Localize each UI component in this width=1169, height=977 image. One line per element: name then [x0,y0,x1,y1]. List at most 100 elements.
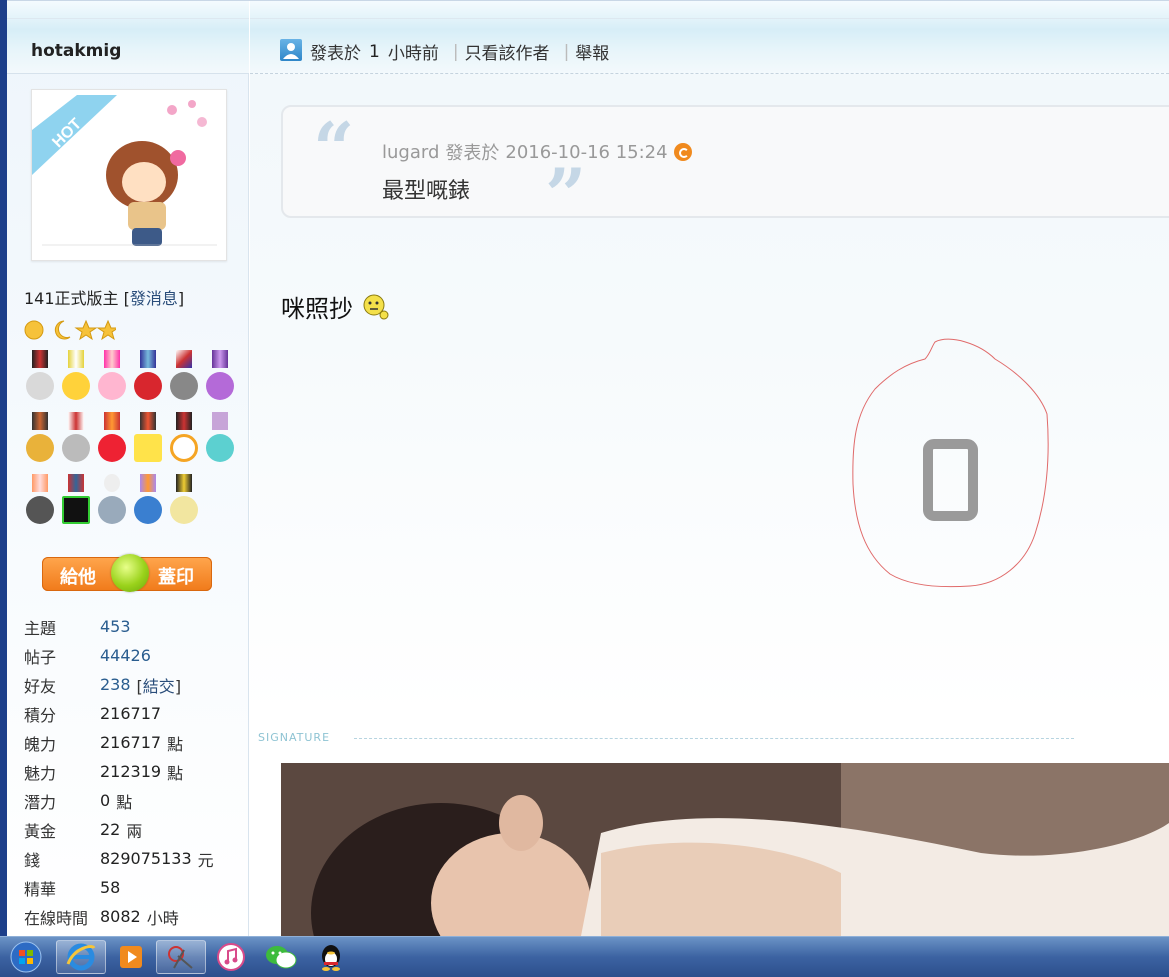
stat-label: 精華 [24,879,57,899]
add-friend-link[interactable]: 結交 [143,677,175,696]
give-stamp-right-label: 蓋印 [158,567,194,588]
stat-suffix: 點 [116,792,133,812]
medal-icon[interactable] [24,350,56,406]
stat-value-friends[interactable]: 238 [100,675,131,694]
taskbar-internet-explorer[interactable] [56,940,106,974]
stat-value-topics[interactable]: 453 [100,617,131,636]
user-rank: 141正式版主 [發消息] [24,289,185,308]
username[interactable]: hotakmig [31,41,121,61]
medal-icon[interactable] [168,350,200,406]
taskbar-itunes[interactable] [206,940,256,974]
user-stats: 主題 453 帖子 44426 好友 238 [結交] 積分 216717 魄力… [24,612,244,931]
stat-value-online-time: 8082 [100,907,141,926]
stat-row-potential: 潛力 0 點 [24,786,244,815]
medal-icon[interactable] [96,350,128,406]
signature-divider [354,738,1074,739]
stat-value-potential: 0 [100,791,111,810]
quote-datetime: 2016-10-16 15:24 [505,141,668,163]
taskbar-snipping-tool[interactable] [156,940,206,974]
taskbar-media-player[interactable] [106,940,156,974]
stat-value-power: 216717 [100,733,162,752]
give-stamp-left-label: 給他 [60,567,96,588]
stat-row-money: 錢 829075133 元 [24,844,244,873]
post-message: 咪照抄 [281,289,389,324]
stat-suffix: 兩 [126,821,143,841]
stat-value-charm: 212319 [100,762,162,781]
medal-icon[interactable] [168,474,200,530]
stat-row-charm: 魅力 212319 點 [24,757,244,786]
itunes-icon [217,943,245,971]
stat-label: 潛力 [24,792,57,812]
medal-icon[interactable] [60,412,92,468]
posted-suffix: 小時前 [387,44,439,64]
post-header: 發表於 1 小時前 | 只看該作者 | 舉報 [250,1,1169,74]
close-quote-icon: ” [545,152,587,237]
medal-icon[interactable] [204,350,236,406]
only-author-link[interactable]: 只看該作者 [465,39,550,64]
stat-row-posts: 帖子 44426 [24,641,244,670]
stat-suffix: 點 [167,763,184,783]
stat-row-digest: 精華 58 [24,873,244,902]
medal-icon[interactable] [96,412,128,468]
post-text: 咪照抄 [281,295,353,323]
quote-author: lugard [382,141,440,163]
quote-block: “ ” lugard 發表於 2016-10-16 15:24 最型嘅錶 [281,105,1169,231]
avatar[interactable]: HOT [31,89,227,261]
stat-label: 錢 [24,850,41,870]
post-meta: 發表於 1 小時前 | 只看該作者 | 舉報 [310,39,609,65]
quote-posted-label: 發表於 [445,143,500,164]
taskbar-wechat[interactable] [256,940,306,974]
stat-row-online-time: 在線時間 8082 小時 [24,902,244,931]
medal-icon[interactable] [96,474,128,530]
stat-suffix: 小時 [146,908,179,928]
posted-number: 1 [369,41,380,62]
stat-label: 在線時間 [24,908,89,928]
stat-value-posts[interactable]: 44426 [100,646,151,665]
start-button[interactable] [2,940,50,974]
stat-label: 積分 [24,705,57,725]
taskbar-qq[interactable] [306,940,356,974]
sidebar-header: hotakmig [7,1,249,74]
stat-label: 主題 [24,618,57,638]
level-stars [24,319,116,341]
windows-logo-icon [10,941,42,973]
snipping-tool-icon [168,946,193,969]
qq-penguin-icon [322,945,340,971]
stat-value-gold: 22 [100,820,121,839]
medal-icon[interactable] [204,412,236,468]
medal-icon[interactable] [132,474,164,530]
stat-label: 魅力 [24,763,57,783]
medal-icon[interactable] [24,474,56,530]
stat-label: 魄力 [24,734,57,754]
window-edge [0,0,7,936]
thinking-emoji-icon [361,293,389,321]
signature-label: SIGNATURE [258,731,331,744]
report-link[interactable]: 舉報 [575,39,609,64]
medal-icon[interactable] [168,412,200,468]
quote-text: 最型嘅錶 [382,179,471,204]
medal-icon[interactable] [132,350,164,406]
medal-icon[interactable] [60,474,92,530]
stat-label: 好友 [24,676,57,696]
stat-row-friends: 好友 238 [結交] [24,670,244,699]
stat-value-points: 216717 [100,704,162,723]
give-stamp-button[interactable]: 給他 蓋印 [42,554,212,592]
stat-suffix: 元 [197,850,214,870]
send-message-link[interactable]: 發消息 [130,289,178,308]
user-icon [280,39,302,61]
level-icons [24,319,116,341]
medal-icon[interactable] [24,412,56,468]
signature-image [281,763,1169,936]
rank-title: 141正式版主 [24,289,119,308]
medal-icon[interactable] [60,350,92,406]
medal-icon[interactable] [132,412,164,468]
goto-post-icon[interactable] [673,143,692,161]
stat-suffix: 點 [167,734,184,754]
stat-label: 帖子 [24,647,57,667]
stamp-knob-icon [111,554,149,592]
stat-row-topics: 主題 453 [24,612,244,641]
watch-sketch-image [852,338,1049,588]
medal-collection [24,350,239,530]
taskbar [0,936,1169,977]
stat-row-gold: 黃金 22 兩 [24,815,244,844]
